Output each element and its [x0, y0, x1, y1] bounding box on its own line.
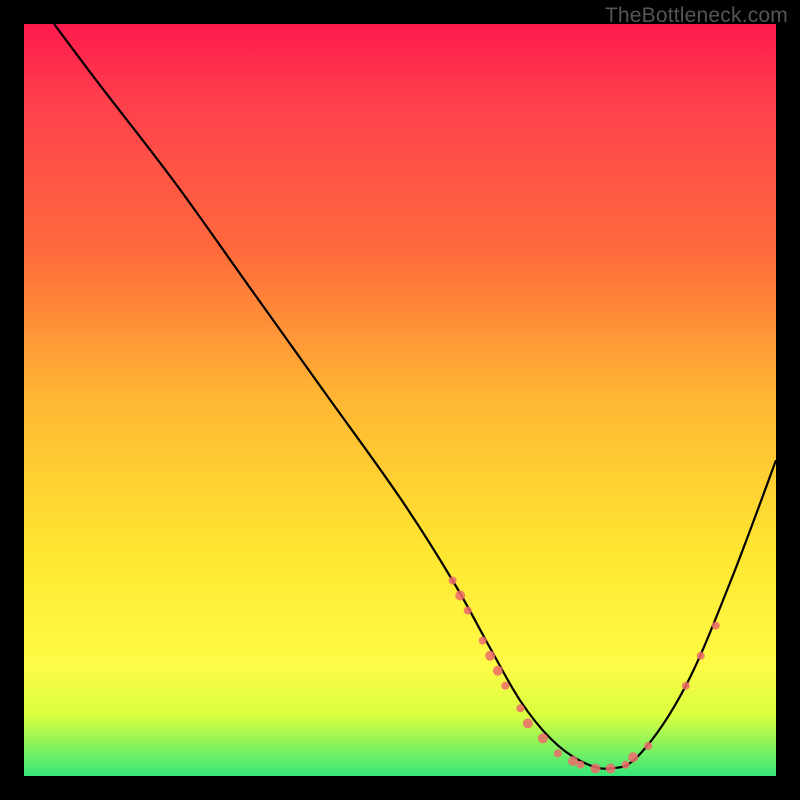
- plot-area: [24, 24, 776, 776]
- curve-marker: [628, 752, 638, 762]
- curve-marker: [455, 591, 465, 601]
- chart-frame: TheBottleneck.com: [0, 0, 800, 800]
- curve-marker: [591, 764, 601, 774]
- curve-marker: [464, 607, 472, 615]
- curve-marker: [606, 764, 616, 774]
- curve-svg: [24, 24, 776, 776]
- curve-marker: [568, 756, 578, 766]
- curve-marker: [479, 637, 487, 645]
- curve-marker: [538, 733, 548, 743]
- curve-marker: [501, 682, 509, 690]
- curve-marker: [449, 577, 457, 585]
- curve-marker: [577, 761, 585, 769]
- curve-markers: [449, 577, 720, 774]
- bottleneck-curve: [54, 24, 776, 769]
- curve-marker: [644, 742, 652, 750]
- curve-marker: [523, 718, 533, 728]
- curve-marker: [682, 682, 690, 690]
- curve-marker: [485, 651, 495, 661]
- curve-marker: [622, 761, 630, 769]
- curve-marker: [697, 652, 705, 660]
- curve-marker: [554, 749, 562, 757]
- curve-marker: [516, 704, 524, 712]
- curve-marker: [712, 622, 720, 630]
- curve-marker: [493, 666, 503, 676]
